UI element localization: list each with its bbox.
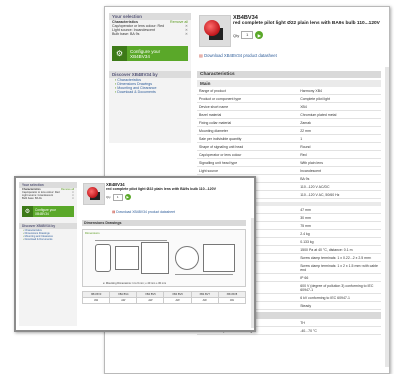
spec-row: Device short name XB4 — [197, 102, 381, 111]
spec-value: 30 mm — [298, 213, 381, 222]
dimensions-sub-label: Dimensions — [85, 231, 100, 235]
drawing-caption: e: Mounting Dimensions: 1 to 6 mm; ≤ 40 … — [103, 282, 167, 285]
spec-value: Zamak — [298, 118, 381, 127]
spec-value: Round — [298, 142, 381, 151]
download-datasheet-link[interactable]: ▤ Download XB4BV34 product datasheet — [199, 53, 277, 58]
filter-item: Bulb base: BA 9s ✕ — [22, 197, 74, 200]
product-title: red complete pilot light Ø22 plain lens … — [106, 187, 217, 191]
spec-key: Cap/operator or lens colour — [197, 150, 299, 159]
scrollbar[interactable] — [251, 218, 254, 328]
dimensions-table-cell: AW — [217, 297, 247, 304]
spec-key: Fixing collar material — [197, 118, 299, 127]
configure-icon: ⚙ — [22, 206, 33, 217]
spec-key: Light source — [197, 166, 299, 175]
spec-value: 600 V (degree of pollution 3) conforming… — [298, 281, 381, 294]
spec-value: IP 66 — [298, 273, 381, 282]
scrollbar[interactable] — [385, 67, 389, 367]
spec-value: XB4 — [298, 102, 381, 111]
spec-row: Signalling unit head type With plain lens — [197, 158, 381, 167]
spec-value: BA 9s — [298, 174, 381, 183]
spec-key: Sale per indivisible quantity — [197, 134, 299, 143]
spec-value: Complete pilot light — [298, 94, 381, 103]
spec-row: Light source Incandescent — [197, 166, 381, 175]
spec-value: Chromium plated metal — [298, 110, 381, 119]
spec-value: Incandescent — [298, 166, 381, 175]
download-datasheet-link[interactable]: ▤ Download XB4BV34 product datasheet — [112, 210, 175, 214]
quantity-row: Qty 1 ▶ — [106, 193, 246, 201]
pdf-icon: ▤ — [199, 53, 203, 58]
filter-item: Bulb base: BA 9s ✕ — [112, 32, 188, 36]
spec-value: Steady — [298, 301, 381, 310]
qty-label: Qty — [233, 32, 240, 38]
your-selection-title: Your selection — [109, 13, 191, 20]
spec-value: 75 mm — [298, 221, 381, 230]
dimensions-table: XB4 BV3 XB4 BV4 XB4 BV5 XB4 BV6 XB4 BV7 XB4 B… — [81, 291, 247, 304]
spec-row: Shape of signaling unit head Round — [197, 142, 381, 151]
spec-value: 0.133 kg — [298, 237, 381, 246]
dimensions-table-cell: AW — [190, 297, 219, 304]
configure-button[interactable]: ⚙ Configure your XB4BV34 — [22, 206, 74, 217]
sidebar: Your selection Characteristics Remove al… — [109, 13, 191, 143]
spec-key: Signalling unit head type — [197, 158, 299, 167]
spec-value: 110...120 V AC, 50/60 Hz — [298, 190, 381, 199]
spec-key: Shape of signaling unit head — [197, 142, 299, 151]
spec-key: Device short name — [197, 102, 299, 111]
qty-label: Qty — [106, 195, 111, 200]
product-title: red complete pilot light Ø22 plain lens … — [233, 21, 380, 26]
spec-row: Mounting diameter 22 mm — [197, 126, 381, 135]
pdf-icon: ▤ — [112, 210, 116, 214]
datasheet-page-front: Your selection Characteristics Remove al… — [14, 176, 256, 332]
spec-value: 1500 Pa at 40 °C, distance: 0.1 m — [298, 245, 381, 254]
spec-key: Bezel material — [197, 110, 299, 119]
product-image — [199, 15, 231, 47]
remove-filter-icon[interactable]: ✕ — [185, 32, 188, 36]
main-header: Main — [197, 80, 381, 87]
spec-key: Range of product — [197, 87, 299, 95]
dimensions-table-cell: AW — [109, 297, 138, 304]
qty-input[interactable]: 1 — [241, 31, 254, 39]
spec-value: 47 mm — [298, 206, 381, 214]
product-image — [83, 183, 105, 205]
spec-value: 2.4 kg — [298, 229, 381, 238]
spec-value: -40...70 °C — [298, 326, 381, 335]
spec-value: Screw clamp terminals: 1 x 2 x 1.5 mm² w… — [298, 261, 381, 274]
dimensions-drawing: Dimensions e: Mounting Dimensions: 1 to … — [82, 229, 246, 287]
spec-row: Cap/operator or lens colour Red — [197, 150, 381, 159]
dimensions-table-cell: AW — [163, 297, 192, 304]
spec-value: TH — [298, 319, 381, 327]
spec-value: Screw clamp terminals: 1 x 0.22...2 x 2.… — [298, 253, 381, 262]
add-to-cart-button[interactable]: ▶ — [124, 194, 131, 201]
configure-icon: ⚙ — [112, 46, 127, 61]
add-to-cart-button[interactable]: ▶ — [255, 31, 264, 39]
sidebar: Your selection Characteristics Remove al… — [19, 182, 77, 326]
remove-filter-icon[interactable]: ✕ — [72, 197, 74, 200]
spec-row: Fixing collar material Zamak — [197, 118, 381, 127]
configure-button[interactable]: ⚙ Configure your XB4BV34 — [112, 46, 188, 61]
spec-value: 110...120 V AC/DC — [298, 182, 381, 191]
dimensions-table-cell: AW — [81, 297, 111, 304]
qty-input[interactable]: 1 — [112, 193, 123, 201]
discover-link[interactable]: Download & Documents — [19, 238, 77, 241]
spec-row: Bezel material Chromium plated metal — [197, 110, 381, 119]
spec-value: 22 mm — [298, 126, 381, 135]
discover-link[interactable]: Download & Documents — [109, 90, 191, 94]
discover-title: Discover XB4BV34 by — [109, 71, 191, 78]
spec-value: With plain lens — [298, 158, 381, 167]
dimensions-table-cell: AW — [136, 297, 165, 304]
spec-row: Range of product Harmony XB4 — [197, 87, 381, 95]
spec-row: Product or component type Complete pilot … — [197, 94, 381, 103]
spec-value: 6 kV conforming to IEC 60947-1 — [298, 293, 381, 302]
spec-row: Sale per indivisible quantity 1 — [197, 134, 381, 143]
characteristics-header: Characteristics — [197, 71, 381, 78]
spec-key: Product or component type — [197, 94, 299, 103]
spec-key: Mounting diameter — [197, 126, 299, 135]
quantity-row: Qty 1 ▶ — [233, 31, 383, 39]
dimensions-header: Dimensions Drawings — [82, 220, 246, 226]
spec-value: Harmony XB4 — [298, 87, 381, 95]
spec-value: Red — [298, 150, 381, 159]
spec-value: 1 — [298, 134, 381, 143]
